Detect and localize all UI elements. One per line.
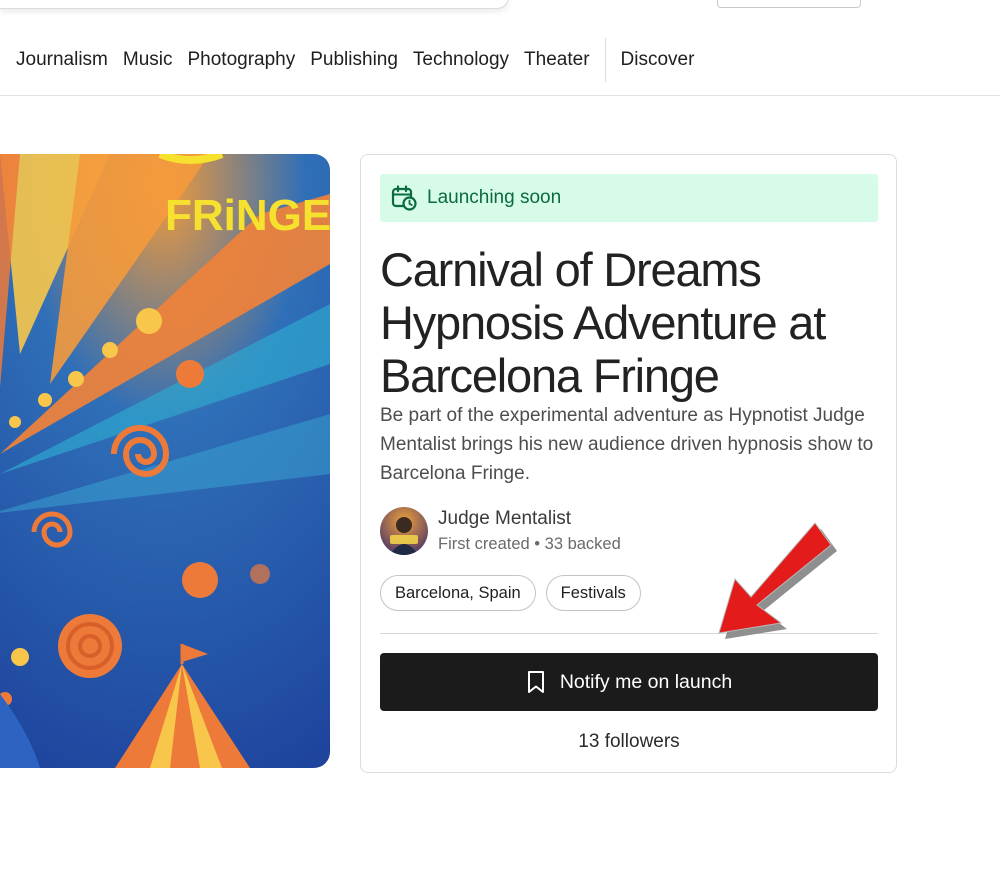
tag-category[interactable]: Festivals: [545, 575, 641, 611]
tag-location[interactable]: Barcelona, Spain: [380, 575, 536, 611]
creator-avatar[interactable]: [380, 507, 428, 555]
nav-item-journalism[interactable]: Journalism: [16, 49, 108, 71]
badge-label: Launching soon: [427, 187, 562, 208]
creator-name[interactable]: Judge Mentalist: [438, 507, 621, 531]
creator-stats: First created • 33 backed: [438, 535, 621, 553]
creator-info: Judge Mentalist First created • 33 backe…: [380, 507, 621, 555]
creator-avatar-image: [380, 507, 428, 555]
category-nav: Journalism Music Photography Publishing …: [0, 36, 709, 84]
nav-bottom-border: [0, 95, 1000, 96]
project-blurb: Be part of the experimental adventure as…: [380, 405, 874, 484]
notify-me-button[interactable]: Notify me on launch: [380, 653, 878, 711]
bookmark-icon: [527, 671, 544, 693]
red-arrow-icon: [718, 522, 837, 639]
notify-button-label: Notify me on launch: [559, 670, 733, 693]
project-title: Carnival of Dreams Hypnosis Adventure at…: [380, 243, 826, 402]
project-card: Launching soon Carnival of Dreams Hypnos…: [360, 154, 897, 773]
launching-soon-badge: Launching soon: [380, 174, 878, 222]
nav-item-publishing[interactable]: Publishing: [310, 49, 398, 71]
nav-divider: [604, 38, 606, 82]
calendar-clock-icon: [391, 185, 417, 211]
nav-item-music[interactable]: Music: [123, 49, 173, 71]
project-hero-image[interactable]: FRiNGE: [0, 154, 330, 768]
header-button[interactable]: [717, 0, 861, 8]
nav-item-photography[interactable]: Photography: [188, 49, 296, 71]
nav-item-theater[interactable]: Theater: [524, 49, 589, 71]
carnival-poster-image: FRiNGE: [0, 154, 330, 768]
search-input[interactable]: [0, 0, 509, 9]
nav-item-technology[interactable]: Technology: [413, 49, 509, 71]
project-tags: Barcelona, Spain Festivals: [380, 575, 641, 611]
nav-item-discover[interactable]: Discover: [621, 49, 695, 71]
poster-word: FRiNGE: [165, 191, 330, 240]
followers-count: 13 followers: [578, 731, 680, 752]
